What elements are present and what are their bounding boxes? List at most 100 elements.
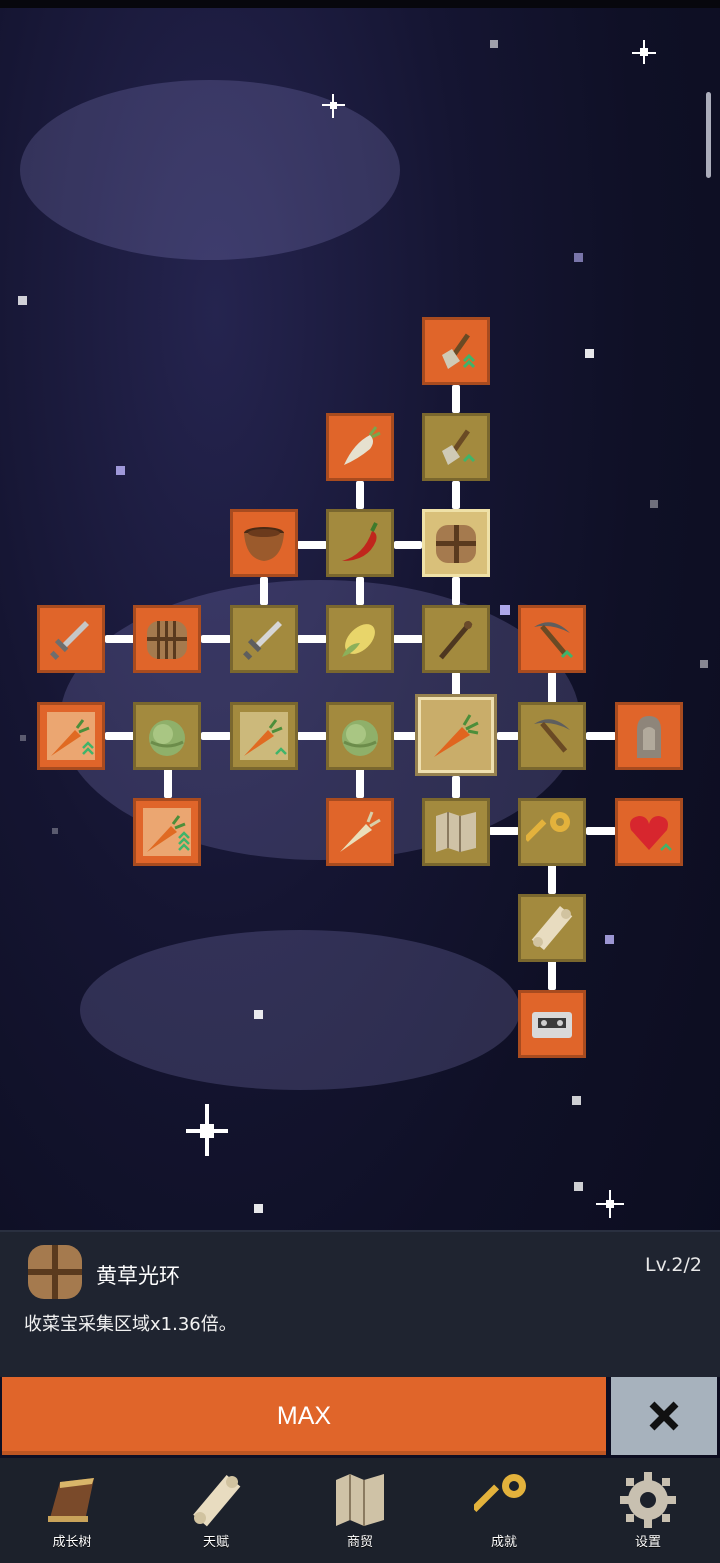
tree-connector [105, 732, 135, 740]
node-sword-2[interactable] [230, 605, 298, 673]
node-map[interactable] [422, 798, 490, 866]
tree-connector [394, 541, 422, 549]
close-icon [649, 1401, 679, 1431]
node-golden-key[interactable] [518, 798, 586, 866]
tree-connector [489, 827, 519, 835]
golden-key-icon [474, 1474, 526, 1513]
scroll-icon [531, 906, 573, 950]
node-radish[interactable] [326, 413, 394, 481]
node-hay-bale-left[interactable] [133, 605, 201, 673]
node-parsnip[interactable] [326, 798, 394, 866]
tree-connector [201, 732, 231, 740]
tree-connector [356, 577, 364, 605]
map-icon [336, 1474, 384, 1526]
node-carrot-boost-1[interactable] [37, 702, 105, 770]
node-sword-1[interactable] [37, 605, 105, 673]
skill-level: Lv.2/2 [645, 1254, 702, 1276]
node-chili[interactable] [326, 509, 394, 577]
tree-connector [452, 577, 460, 605]
cabbage-icon [342, 720, 378, 756]
node-cabbage-2[interactable] [326, 702, 394, 770]
node-carrot-boost-3[interactable] [133, 798, 201, 866]
nav-settings[interactable]: 设置 [588, 1458, 708, 1563]
tree-connector [260, 577, 268, 605]
node-cassette[interactable] [518, 990, 586, 1058]
skill-description: 收菜宝采集区域x1.36倍。 [24, 1314, 237, 1335]
carrot-boost-icon [143, 808, 191, 856]
corn-icon [342, 624, 375, 657]
tree-connector [297, 732, 327, 740]
wooden-staff-icon [439, 620, 473, 660]
tree-connector [548, 672, 556, 704]
hay-bale-icon [147, 621, 187, 659]
carrot-icon [434, 714, 479, 757]
tree-connector [356, 481, 364, 509]
skill-tree [0, 0, 720, 1220]
node-carrot-center[interactable] [415, 694, 497, 776]
heart-icon [630, 816, 672, 851]
tree-connector [452, 776, 460, 798]
node-statue[interactable] [615, 702, 683, 770]
parsnip-icon [340, 811, 381, 852]
node-cabbage-1[interactable] [133, 702, 201, 770]
tree-connector [297, 541, 327, 549]
tree-connector [452, 481, 460, 509]
node-scroll[interactable] [518, 894, 586, 962]
node-pickaxe-top[interactable] [518, 605, 586, 673]
pickaxe-icon [534, 719, 570, 753]
hay-bale-icon [436, 525, 476, 563]
shovel-icon [442, 429, 476, 465]
tree-connector [548, 864, 556, 894]
node-corn[interactable] [326, 605, 394, 673]
tree-connector [586, 827, 616, 835]
nav-label: 成长树 [52, 1535, 92, 1550]
map-icon [436, 812, 476, 852]
carrot-boost-icon [240, 712, 288, 760]
gear-icon [620, 1472, 676, 1528]
sword-icon [243, 621, 282, 660]
close-button[interactable] [611, 1377, 717, 1455]
tree-connector [105, 635, 135, 643]
node-bowl[interactable] [230, 509, 298, 577]
nav-talent[interactable]: 天赋 [156, 1458, 276, 1563]
tree-connector [201, 635, 231, 643]
tree-connector [393, 732, 417, 740]
nav-label: 成就 [490, 1535, 517, 1550]
tree-connector [548, 960, 556, 990]
golden-key-icon [526, 812, 570, 842]
carrot-boost-icon [47, 712, 95, 760]
nav-achievement[interactable]: 成就 [444, 1458, 564, 1563]
wooden-bowl-icon [244, 527, 284, 561]
pickaxe-icon [534, 622, 574, 659]
nav-label: 天赋 [202, 1535, 229, 1550]
tree-connector [393, 635, 423, 643]
tree-connector [356, 768, 364, 798]
skill-info-panel: 黄草光环 Lv.2/2 收菜宝采集区域x1.36倍。 [0, 1230, 720, 1377]
nav-trade[interactable]: 商贸 [300, 1458, 420, 1563]
hay-bale-icon [28, 1245, 82, 1299]
stone-statue-icon [637, 716, 661, 758]
node-shovel-top[interactable] [422, 317, 490, 385]
node-pickaxe-2[interactable] [518, 702, 586, 770]
node-shovel-2[interactable] [422, 413, 490, 481]
tree-connector [297, 635, 327, 643]
bottom-navigation: 成长树 天赋 商贸 成就 设置 [0, 1458, 720, 1563]
tree-connector [164, 768, 172, 798]
node-staff[interactable] [422, 605, 490, 673]
cassette-icon [532, 1012, 572, 1038]
nav-growth-tree[interactable]: 成长树 [12, 1458, 132, 1563]
tree-connector [497, 732, 519, 740]
tree-connector [452, 672, 460, 696]
node-hay-bale-top[interactable] [422, 509, 490, 577]
scroll-icon [193, 1474, 241, 1527]
shovel-icon [442, 333, 476, 369]
cabbage-icon [149, 720, 185, 756]
max-button[interactable]: MAX [2, 1377, 606, 1455]
sword-icon [50, 621, 89, 660]
tree-connector [452, 385, 460, 413]
book-icon [48, 1478, 94, 1522]
chili-pepper-icon [342, 522, 378, 561]
node-heart[interactable] [615, 798, 683, 866]
node-carrot-boost-2[interactable] [230, 702, 298, 770]
skill-title: 黄草光环 [96, 1264, 180, 1288]
